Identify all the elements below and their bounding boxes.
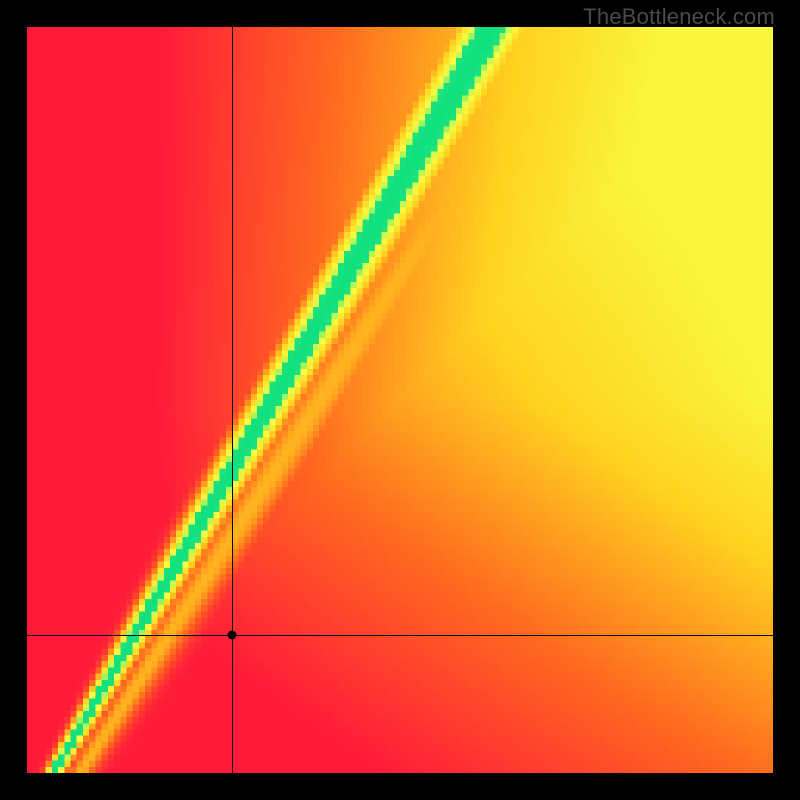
watermark-text: TheBottleneck.com — [583, 4, 775, 30]
heatmap-canvas — [27, 27, 773, 773]
heatmap-plot — [27, 27, 773, 773]
